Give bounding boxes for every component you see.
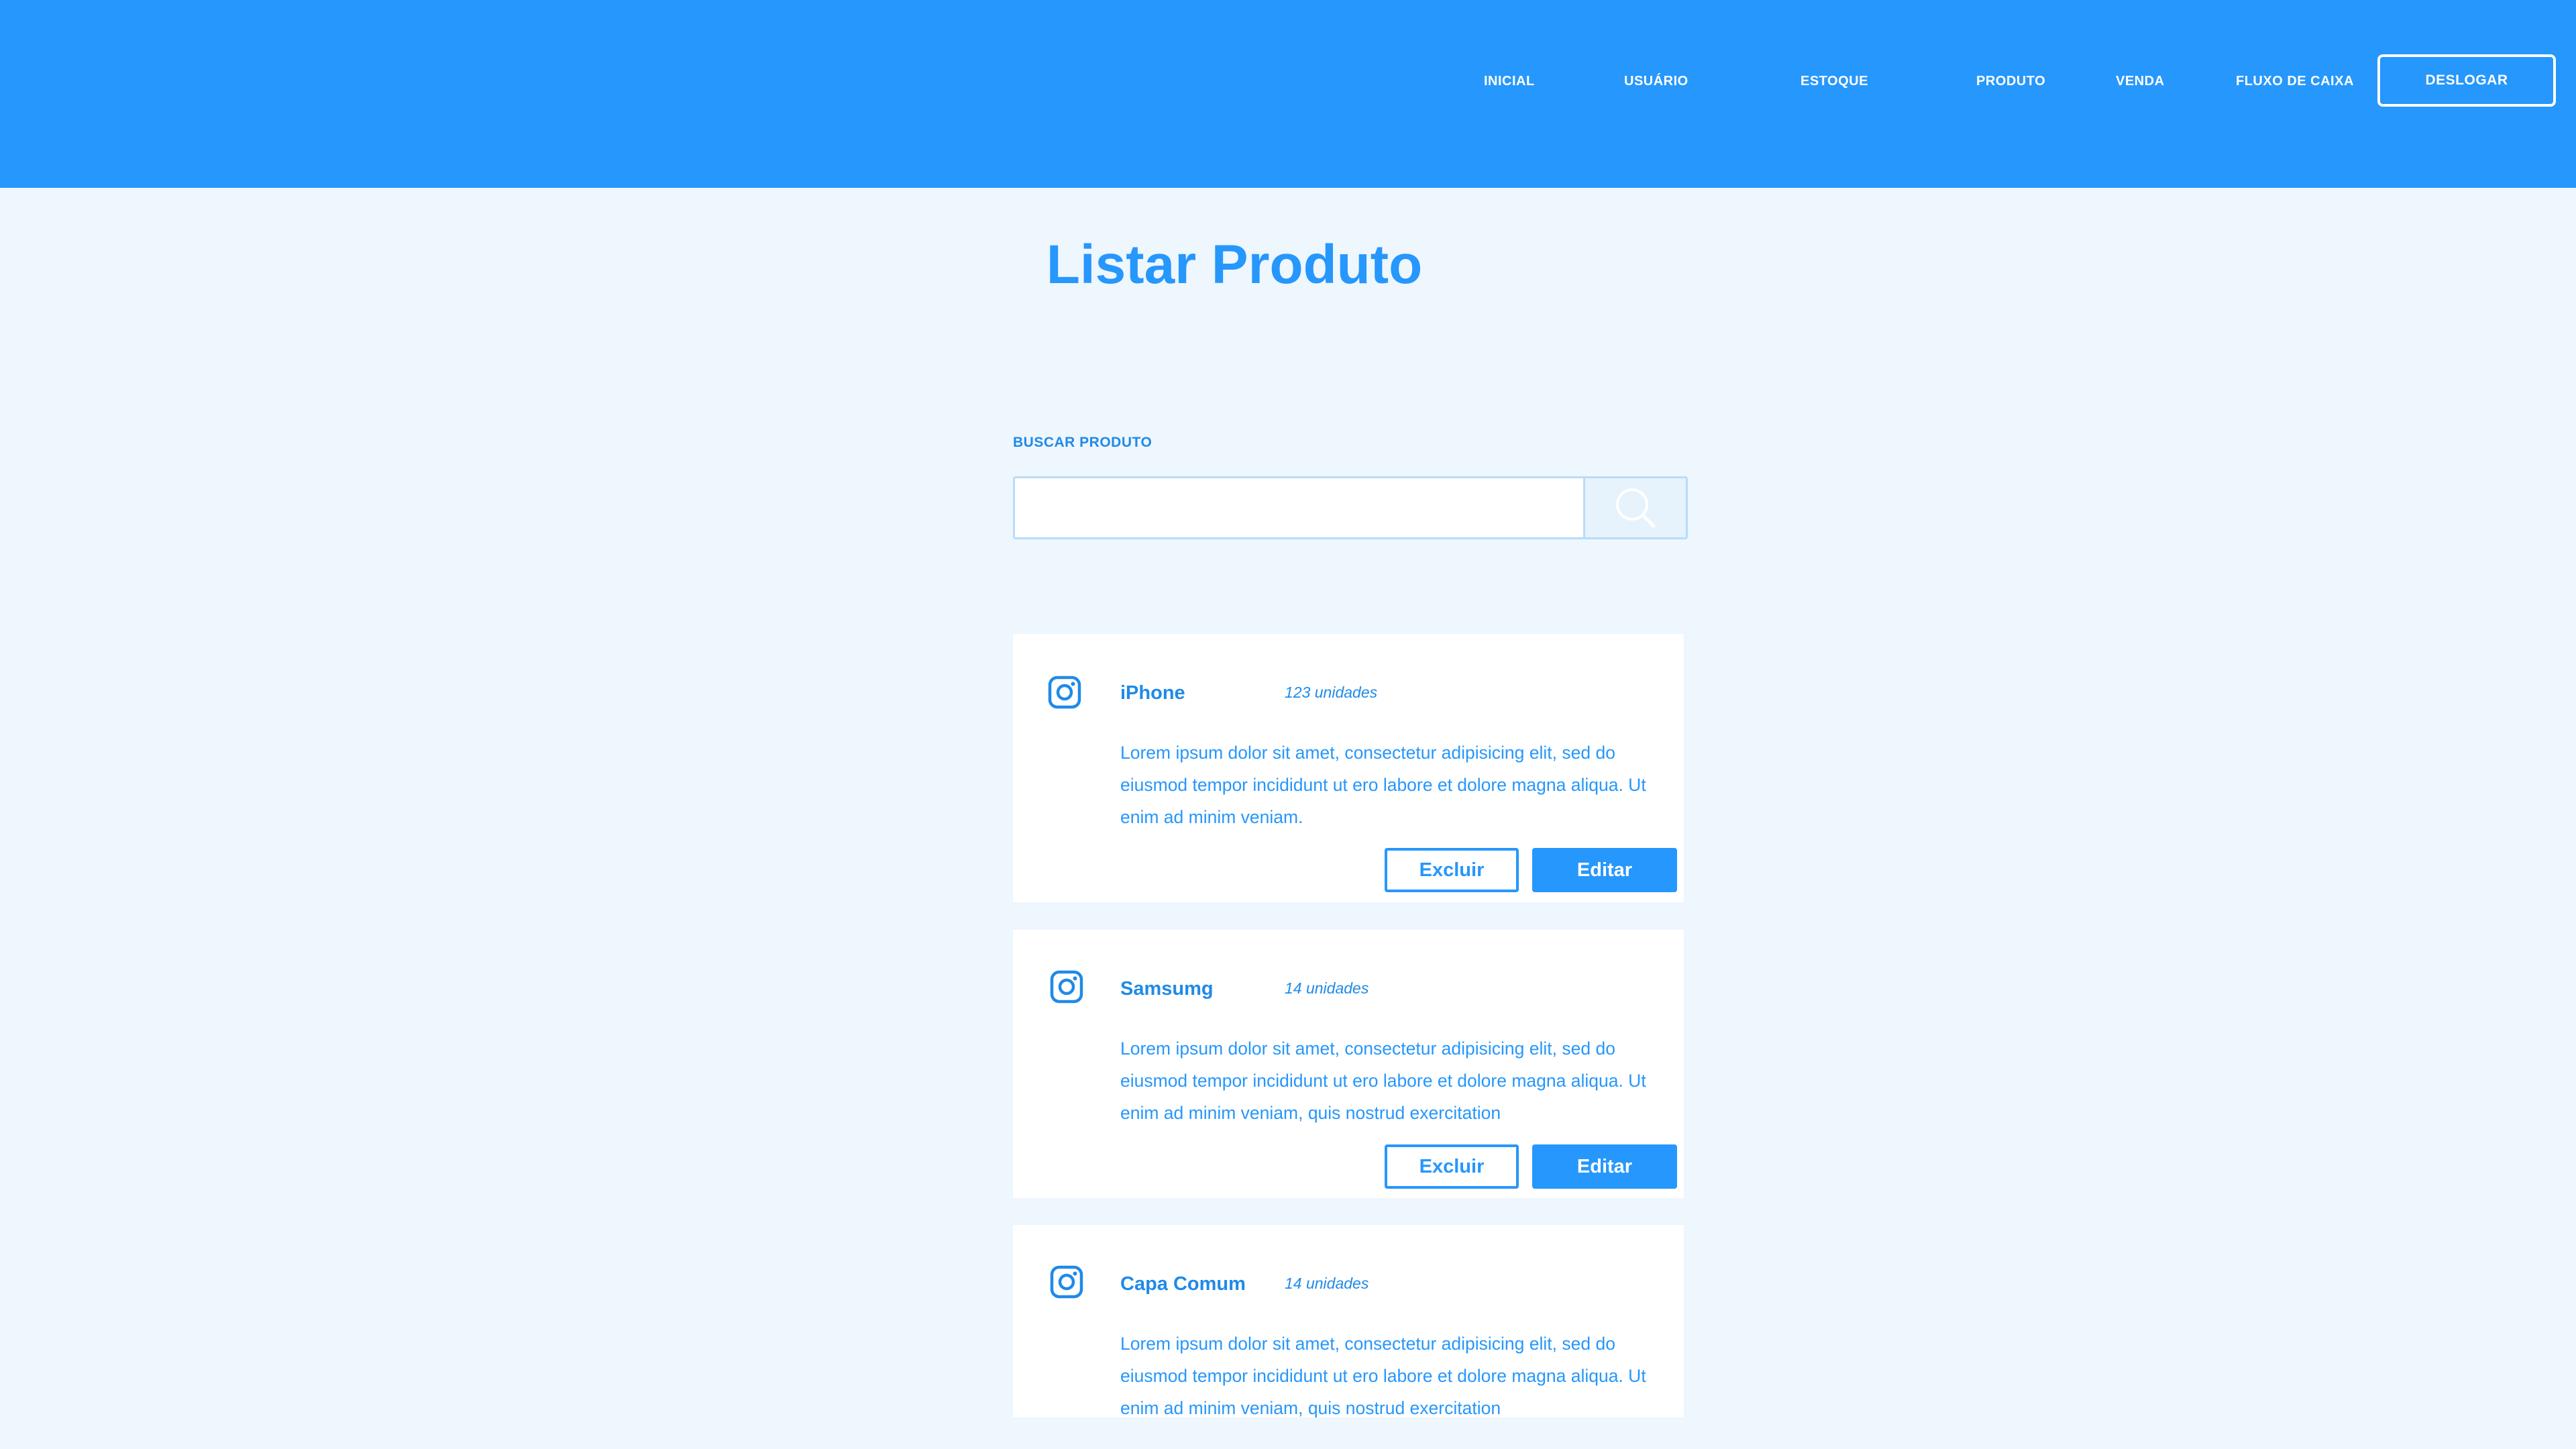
nav-item-fluxo-de-caixa[interactable]: FLUXO DE CAIXA	[2236, 72, 2354, 90]
product-name: Samsumg	[1120, 978, 1214, 1000]
nav-item-produto[interactable]: PRODUTO	[1976, 72, 2045, 90]
page-title-container: Listar Produto	[0, 228, 2576, 302]
product-card: Samsumg 14 unidades Lorem ipsum dolor si…	[1013, 930, 1684, 1198]
nav-item-estoque[interactable]: ESTOQUE	[1801, 72, 1868, 90]
search-input[interactable]	[1013, 476, 1585, 539]
delete-button[interactable]: Excluir	[1385, 848, 1519, 892]
product-card: Capa Comum 14 unidades Lorem ipsum dolor…	[1013, 1225, 1684, 1417]
top-navbar: INICIAL USUÁRIO ESTOQUE PRODUTO VENDA FL…	[0, 0, 2576, 188]
product-description: Lorem ipsum dolor sit amet, consectetur …	[1120, 743, 1646, 827]
product-card: iPhone 123 unidades Lorem ipsum dolor si…	[1013, 634, 1684, 902]
nav-item-venda[interactable]: VENDA	[2116, 72, 2165, 90]
instagram-icon	[1050, 970, 1083, 1004]
logout-button[interactable]: DESLOGAR	[2377, 54, 2556, 107]
product-quantity: 14 unidades	[1285, 979, 1369, 997]
delete-button[interactable]: Excluir	[1385, 1144, 1519, 1189]
product-description: Lorem ipsum dolor sit amet, consectetur …	[1120, 1334, 1646, 1417]
product-quantity: 123 unidades	[1285, 684, 1378, 701]
product-name: Capa Comum	[1120, 1273, 1246, 1295]
product-name: iPhone	[1120, 682, 1185, 704]
edit-button[interactable]: Editar	[1532, 1144, 1677, 1189]
search-label: BUSCAR PRODUTO	[1013, 435, 1152, 450]
nav-item-inicial[interactable]: INICIAL	[1484, 72, 1535, 90]
page-title: Listar Produto	[1046, 234, 1423, 295]
search-icon	[1616, 488, 1656, 528]
product-quantity: 14 unidades	[1285, 1275, 1369, 1292]
instagram-icon	[1048, 676, 1081, 709]
edit-button[interactable]: Editar	[1532, 848, 1677, 892]
product-description: Lorem ipsum dolor sit amet, consectetur …	[1120, 1038, 1646, 1123]
search-button[interactable]	[1583, 476, 1688, 539]
nav-item-usuario[interactable]: USUÁRIO	[1624, 72, 1688, 90]
instagram-icon	[1050, 1265, 1083, 1299]
